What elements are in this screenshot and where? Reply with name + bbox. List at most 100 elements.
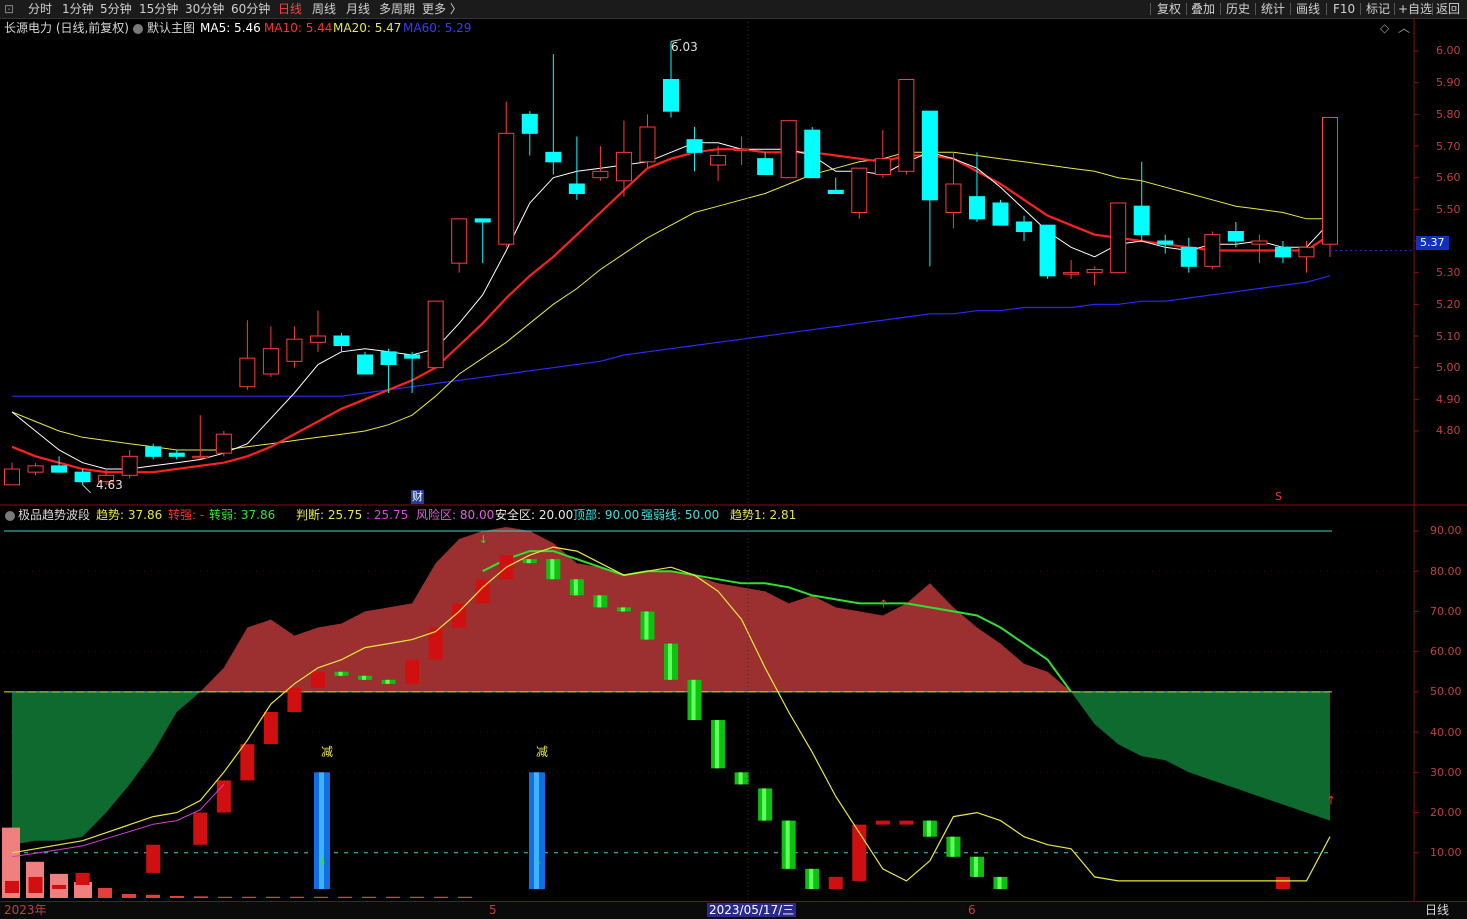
price-tick: 5.00: [1436, 361, 1461, 374]
volume-bar: [458, 896, 472, 898]
volume-bar: [314, 896, 328, 898]
candle-body: [945, 183, 962, 213]
candle-body: [145, 446, 162, 457]
candle-body: [686, 139, 703, 153]
trend-bar-up: [875, 820, 890, 825]
reduce-label-1: 减: [321, 745, 334, 759]
ma60-line: [12, 275, 1331, 397]
candle-body: [1063, 272, 1080, 275]
trend-bar-up: [287, 687, 302, 712]
candle-body: [1251, 240, 1268, 245]
volume-bar: [362, 896, 376, 898]
candle-body: [1180, 246, 1197, 267]
volume-bar: [410, 896, 424, 898]
candle-body: [898, 79, 915, 172]
candle-body: [427, 300, 444, 369]
candle-body: [710, 155, 727, 166]
chart-canvas[interactable]: ↓ ↓ ↓ ↑ ↑: [0, 0, 1467, 918]
indicator-tick: 60.00: [1430, 645, 1462, 658]
indicator-tick: 40.00: [1430, 726, 1462, 739]
sell-marker: S: [1275, 490, 1282, 503]
volume-bar: [146, 894, 160, 898]
volume-bar: [98, 887, 112, 898]
candle-body: [1016, 221, 1033, 232]
up-arrow-icon: ↑: [1326, 794, 1336, 808]
price-tick: 5.70: [1436, 140, 1461, 153]
x-axis-cursor-date: 2023/05/17/三: [707, 903, 797, 917]
ma5-line: [11, 142, 1331, 470]
candle-body: [380, 351, 397, 366]
trend-bar-down-highlight: [668, 643, 672, 680]
candle-body: [804, 129, 821, 179]
x-axis-label-may: 5: [489, 903, 497, 917]
trend-bar-up: [5, 880, 19, 893]
trend-bar-down-highlight: [362, 675, 367, 680]
indicator-tick: 10.00: [1430, 846, 1462, 859]
x-axis-label-june: 6: [968, 903, 976, 917]
candle-body: [451, 218, 468, 264]
indicator-tick: 70.00: [1430, 605, 1462, 618]
trend-bar-up: [193, 812, 208, 845]
candle-body: [404, 354, 421, 359]
up-arrow-icon: ↑: [879, 597, 888, 610]
candle-body: [1204, 234, 1221, 267]
trend-bar-down-highlight: [973, 856, 978, 877]
trend-bar-down-highlight: [597, 595, 602, 608]
down-arrow-icon: ↓: [479, 533, 488, 546]
volume-bar: [434, 896, 448, 898]
candle-body: [1322, 117, 1338, 245]
candle-body: [333, 335, 350, 346]
trend-bar-down-highlight: [785, 820, 790, 869]
reduce-bar-2-highlight: [534, 772, 539, 889]
trend-bar-down-highlight: [573, 579, 578, 596]
candle-body: [521, 113, 538, 134]
period-label[interactable]: 日线: [1425, 903, 1449, 917]
trend-bar-down-highlight: [950, 836, 955, 857]
indicator-tick: 90.00: [1430, 524, 1462, 537]
price-tick: 5.30: [1436, 266, 1461, 279]
trend-bar-up: [899, 820, 914, 825]
candle-body: [474, 218, 491, 223]
high-price-label: 6.03: [671, 40, 698, 54]
trend-bar-up: [52, 884, 67, 889]
candle-body: [121, 455, 138, 476]
volume-bar: [290, 896, 304, 898]
price-tick: 4.80: [1436, 424, 1461, 437]
candle-body: [498, 132, 515, 245]
candle-body: [168, 452, 185, 457]
candle-body: [545, 151, 562, 163]
ma20-line: [11, 151, 1330, 451]
trend-bar-down-highlight: [691, 679, 696, 721]
trend-bar-up: [310, 671, 325, 688]
down-arrow-icon: ↓: [533, 855, 542, 868]
candle-body: [262, 348, 279, 375]
candle-body: [51, 465, 68, 473]
volume-bar: [170, 895, 184, 898]
safe-area-fill: [12, 691, 1330, 845]
price-tick: 5.80: [1436, 108, 1461, 121]
price-tick: 6.00: [1436, 44, 1461, 57]
candle-body: [1039, 224, 1056, 277]
candle-body: [921, 110, 938, 201]
ma10-line: [11, 148, 1331, 474]
candle-body: [827, 189, 844, 194]
volume-bar: [266, 896, 280, 898]
trend-bar-up: [28, 876, 43, 893]
candle-body: [1227, 231, 1244, 242]
volume-bar: [218, 896, 232, 898]
x-axis-label-year: 2023年: [4, 903, 47, 917]
trend-bar-up: [263, 712, 278, 745]
trend-bar-up: [405, 659, 420, 684]
trend-bar-down-highlight: [338, 671, 343, 676]
trend-bar-down-highlight: [997, 876, 1002, 889]
candle-body: [1274, 246, 1291, 258]
price-tick: 5.60: [1436, 171, 1461, 184]
candle-body: [615, 151, 632, 182]
candle-body: [4, 468, 20, 486]
trend-bar-down-highlight: [715, 720, 720, 769]
trend-bar-up: [75, 872, 90, 885]
finance-marker[interactable]: 财: [411, 490, 424, 504]
price-tick: 5.10: [1436, 330, 1461, 343]
trend-bar-up: [828, 876, 843, 889]
candle-body: [215, 433, 232, 454]
